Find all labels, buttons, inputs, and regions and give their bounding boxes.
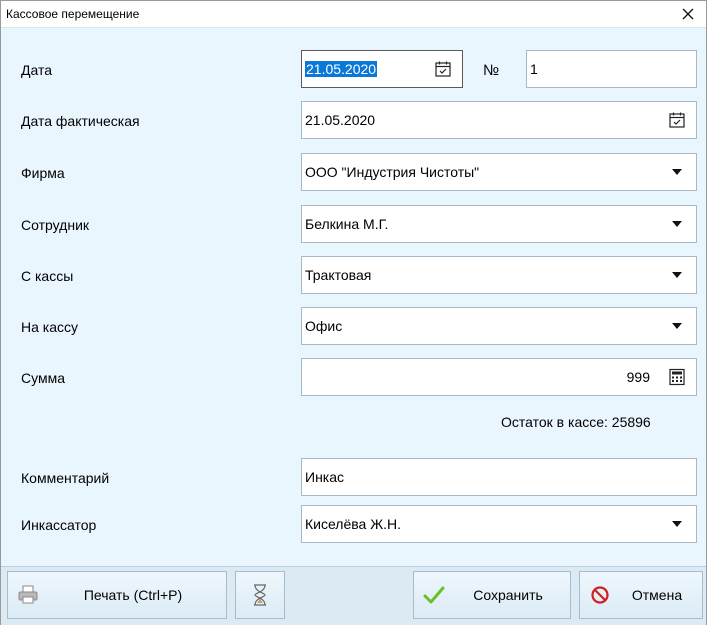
hourglass-button[interactable] [235, 571, 285, 619]
form-content: Дата 21.05.2020 № 1 Дата фактическая 21.… [1, 28, 706, 566]
to-cash-value: Офис [305, 318, 343, 334]
chevron-down-icon[interactable] [666, 161, 688, 183]
save-button-label: Сохранить [473, 587, 543, 603]
print-button[interactable]: Печать (Ctrl+P) [7, 571, 227, 619]
print-button-label: Печать (Ctrl+P) [83, 587, 183, 603]
calendar-icon[interactable] [432, 58, 454, 80]
from-cash-value: Трактовая [305, 267, 372, 283]
title-bar: Кассовое перемещение [1, 1, 706, 28]
firm-label: Фирма [21, 165, 65, 181]
amount-field[interactable]: 999 [301, 358, 697, 396]
actual-date-value: 21.05.2020 [305, 112, 376, 128]
check-icon [422, 583, 446, 607]
from-cash-select[interactable]: Трактовая [301, 256, 697, 294]
collector-label: Инкассатор [21, 517, 97, 533]
printer-icon [16, 583, 40, 607]
number-value: 1 [530, 61, 538, 77]
comment-value: Инкас [305, 469, 345, 485]
chevron-down-icon[interactable] [666, 264, 688, 286]
number-label: № [483, 62, 500, 79]
to-cash-label: На кассу [21, 319, 79, 335]
from-cash-label: С кассы [21, 268, 74, 284]
hourglass-icon [254, 584, 266, 606]
cash-balance-text: Остаток в кассе: 25896 [501, 414, 651, 430]
cancel-button-label: Отмена [631, 587, 683, 603]
button-bar: Печать (Ctrl+P) Сохранить Отмена [1, 566, 706, 625]
comment-field[interactable]: Инкас [301, 458, 697, 496]
collector-value: Киселёва Ж.Н. [305, 516, 402, 532]
date-field[interactable]: 21.05.2020 [301, 50, 463, 88]
calendar-icon[interactable] [666, 109, 688, 131]
amount-label: Сумма [21, 370, 65, 386]
close-button[interactable] [670, 1, 706, 27]
chevron-down-icon[interactable] [666, 213, 688, 235]
employee-label: Сотрудник [21, 217, 90, 233]
cancel-icon [588, 583, 612, 607]
cancel-button[interactable]: Отмена [579, 571, 703, 619]
to-cash-select[interactable]: Офис [301, 307, 697, 345]
number-field[interactable]: 1 [526, 50, 697, 88]
close-icon [682, 8, 694, 20]
comment-label: Комментарий [21, 470, 110, 486]
employee-value: Белкина М.Г. [305, 216, 389, 232]
date-label: Дата [21, 62, 53, 78]
employee-select[interactable]: Белкина М.Г. [301, 205, 697, 243]
amount-value: 999 [626, 369, 650, 385]
date-value: 21.05.2020 [305, 61, 378, 77]
window-title: Кассовое перемещение [6, 7, 140, 21]
firm-select[interactable]: ООО "Индустрия Чистоты" [301, 153, 697, 191]
actual-date-field[interactable]: 21.05.2020 [301, 101, 697, 139]
dialog-window: Кассовое перемещение Дата 21.05.2020 № 1… [0, 0, 707, 625]
firm-value: ООО "Индустрия Чистоты" [305, 164, 480, 180]
chevron-down-icon[interactable] [666, 315, 688, 337]
collector-select[interactable]: Киселёва Ж.Н. [301, 505, 697, 543]
save-button[interactable]: Сохранить [413, 571, 571, 619]
actual-date-label: Дата фактическая [21, 113, 140, 129]
chevron-down-icon[interactable] [666, 513, 688, 535]
calculator-icon[interactable] [666, 366, 688, 388]
